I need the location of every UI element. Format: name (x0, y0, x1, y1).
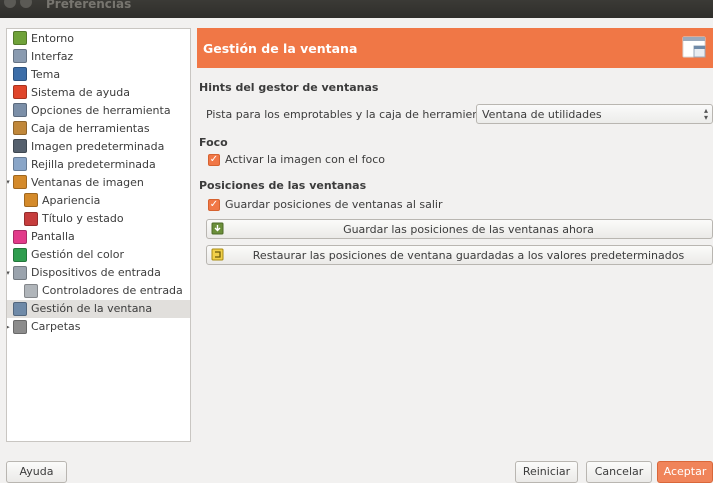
hint-type-value: Ventana de utilidades (482, 108, 602, 121)
page-title: Gestión de la ventana (203, 41, 358, 56)
sidebar-item[interactable]: Controladores de entrada (7, 282, 190, 300)
section-positions-heading: Posiciones de las ventanas (199, 179, 367, 192)
help-button[interactable]: Ayuda (6, 461, 67, 483)
hint-type-combo[interactable]: Ventana de utilidades ▴ ▾ (476, 104, 713, 124)
window-management-icon (682, 36, 706, 58)
sidebar-item-label: Rejilla predeterminada (31, 157, 156, 171)
sidebar-item-label: Gestión de la ventana (31, 302, 153, 316)
sidebar-item-label: Gestión del color (31, 248, 124, 262)
hint-label: Pista para los emprotables y la caja de … (206, 108, 500, 121)
folders-icon (13, 319, 27, 334)
interface-icon (13, 49, 27, 64)
reset-button[interactable]: Reiniciar (515, 461, 578, 483)
restore-icon (211, 248, 224, 261)
sidebar-item[interactable]: Título y estado (7, 210, 190, 228)
default-image-icon (13, 139, 27, 154)
preferences-category-tree[interactable]: Entorno Interfaz Tema Sistema de ayuda Opcio… (6, 28, 191, 442)
sidebar-item[interactable]: Interfaz (7, 47, 190, 65)
sidebar-item[interactable]: Gestión de la ventana (7, 299, 190, 318)
sidebar-item-label: Sistema de ayuda (31, 85, 130, 99)
sidebar-item[interactable]: ▸ Carpetas (7, 318, 190, 336)
save-positions-now-button[interactable]: Guardar las posiciones de las ventanas a… (206, 219, 713, 239)
expander-icon[interactable]: ▾ (7, 269, 12, 277)
expander-icon[interactable]: ▾ (7, 178, 12, 186)
tool-options-icon (13, 103, 27, 118)
expander-icon[interactable]: ▸ (7, 323, 12, 331)
sidebar-item[interactable]: Opciones de herramienta (7, 101, 190, 119)
sidebar-item-label: Opciones de herramienta (31, 103, 171, 117)
sidebar-item[interactable]: Apariencia (7, 191, 190, 209)
sidebar-item-label: Apariencia (42, 193, 101, 207)
save-positions-label[interactable]: Guardar posiciones de ventanas al salir (225, 198, 443, 211)
sidebar-item-label: Interfaz (31, 49, 74, 63)
sidebar-item[interactable]: Imagen predeterminada (7, 137, 190, 155)
sidebar-item-label: Ventanas de imagen (31, 175, 144, 189)
sidebar-item-label: Pantalla (31, 230, 75, 244)
sidebar-item[interactable]: ▾ Ventanas de imagen (7, 173, 190, 191)
accept-button[interactable]: Aceptar (657, 461, 713, 483)
input-devices-icon (13, 265, 27, 280)
sidebar-item[interactable]: Gestión del color (7, 246, 190, 264)
sidebar-item-label: Tema (31, 67, 61, 81)
sidebar-item[interactable]: Tema (7, 65, 190, 83)
panel-header: Gestión de la ventana (197, 28, 713, 68)
minimize-window-icon[interactable] (20, 0, 32, 8)
section-focus-heading: Foco (199, 136, 228, 149)
input-controllers-icon (24, 283, 38, 298)
help-system-icon (13, 85, 27, 100)
restore-positions-label: Restaurar las posiciones de ventana guar… (252, 249, 685, 262)
sidebar-item[interactable]: Caja de herramientas (7, 119, 190, 137)
sidebar-item-label: Controladores de entrada (42, 284, 183, 298)
sidebar-item-label: Dispositivos de entrada (31, 266, 161, 280)
activate-focus-label[interactable]: Activar la imagen con el foco (225, 153, 385, 166)
sidebar-item-label: Imagen predeterminada (31, 139, 165, 153)
restore-positions-button[interactable]: Restaurar las posiciones de ventana guar… (206, 245, 713, 265)
sidebar-item-label: Título y estado (42, 212, 124, 225)
save-download-icon (211, 222, 224, 235)
save-positions-now-label: Guardar las posiciones de las ventanas a… (343, 223, 594, 236)
default-grid-icon (13, 157, 27, 172)
cancel-button[interactable]: Cancelar (586, 461, 652, 483)
close-window-icon[interactable] (4, 0, 16, 8)
sidebar-item-label: Caja de herramientas (31, 121, 150, 135)
appearance-icon (24, 193, 38, 208)
window-title: Preferencias (46, 0, 132, 11)
combo-arrows-icon: ▴ ▾ (703, 106, 708, 122)
sidebar-item[interactable]: Sistema de ayuda (7, 83, 190, 101)
environment-icon (13, 31, 27, 45)
save-positions-checkbox[interactable]: ✓ (208, 199, 220, 211)
sidebar-item[interactable]: Pantalla (7, 228, 190, 246)
sidebar-item-label: Carpetas (31, 320, 81, 334)
window-management-icon (13, 301, 27, 316)
sidebar-item[interactable]: Rejilla predeterminada (7, 155, 190, 173)
sidebar-item[interactable]: ▾ Dispositivos de entrada (7, 264, 190, 282)
image-windows-icon (13, 175, 27, 190)
toolbox-icon (13, 121, 27, 136)
color-management-icon (13, 247, 27, 262)
display-icon (13, 229, 27, 244)
sidebar-item[interactable]: Entorno (7, 29, 190, 47)
title-status-icon (24, 211, 38, 226)
sidebar-item-label: Entorno (31, 31, 74, 45)
activate-focus-checkbox[interactable]: ✓ (208, 154, 220, 166)
theme-icon (13, 67, 27, 82)
title-bar: Preferencias (0, 0, 713, 18)
section-hints-heading: Hints del gestor de ventanas (199, 81, 379, 94)
